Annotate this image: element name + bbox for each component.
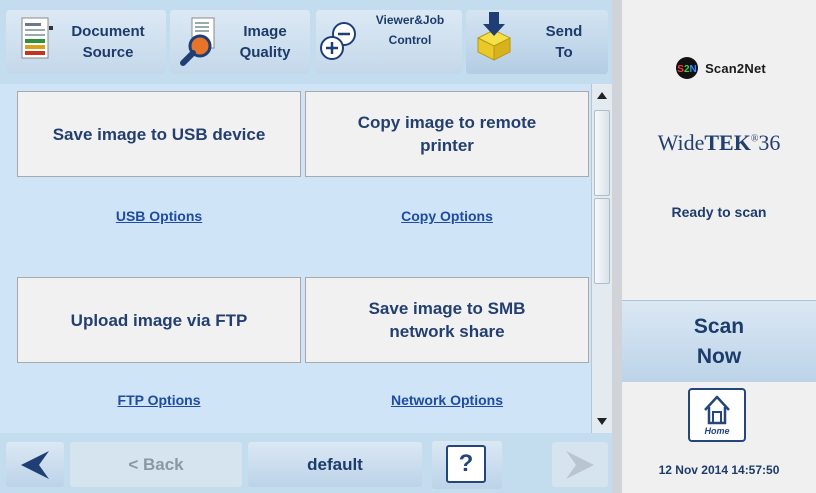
product-suffix: 36 xyxy=(758,130,781,155)
default-label: default xyxy=(307,454,363,474)
save-usb-label: Save image to USB device xyxy=(52,124,266,144)
top-toolbar: Document Source Image Quality Viewer&Job xyxy=(0,0,612,84)
triangle-up-icon xyxy=(597,91,607,99)
bottom-bar: < Back default ? xyxy=(0,433,612,493)
home-button[interactable]: Home xyxy=(688,388,746,442)
tab-viewer-job-control-label: Viewer&Job Control xyxy=(360,0,460,62)
tab-label-line1: Viewer&Job xyxy=(375,13,445,27)
zoom-icon xyxy=(320,22,356,60)
tab-image-quality[interactable]: Image Quality xyxy=(170,10,310,74)
tab-label-line2: Control xyxy=(388,33,432,47)
back-label: < Back xyxy=(128,454,184,474)
document-icon xyxy=(21,17,53,59)
brand-name: Scan2Net xyxy=(705,60,766,76)
tab-send-to[interactable]: Send To xyxy=(466,10,608,74)
help-icon: ? xyxy=(458,450,474,477)
ftp-options-link[interactable]: FTP Options xyxy=(17,389,301,411)
network-options-link[interactable]: Network Options xyxy=(305,389,589,411)
tab-document-source[interactable]: Document Source xyxy=(6,10,166,74)
copy-options-label: Copy Options xyxy=(401,208,493,224)
copy-remote-printer-button[interactable]: Copy image to remote printer xyxy=(305,91,589,177)
save-smb-label: Save image to SMB network share xyxy=(368,299,526,341)
tab-image-quality-label: Image Quality xyxy=(224,10,306,74)
tab-document-source-label: Document Source xyxy=(58,10,158,74)
tab-label-line1: Send xyxy=(545,23,583,40)
help-button[interactable]: ? xyxy=(446,445,486,483)
usb-options-link[interactable]: USB Options xyxy=(17,205,301,227)
tab-send-to-label: Send To xyxy=(522,10,606,74)
panel-divider xyxy=(612,0,622,493)
scanner-status: Ready to scan xyxy=(671,204,767,220)
scan-label-line2: Now xyxy=(696,344,742,368)
scroll-thumb-lower[interactable] xyxy=(594,198,610,284)
tab-viewer-job-control[interactable]: Viewer&Job Control xyxy=(316,10,462,74)
upload-ftp-label: Upload image via FTP xyxy=(70,310,248,330)
tab-label-line2: Source xyxy=(82,44,134,61)
arrow-left-icon xyxy=(21,451,49,479)
default-profile-button[interactable]: default xyxy=(248,442,422,487)
product-prefix: Wide xyxy=(657,130,705,155)
next-button[interactable] xyxy=(552,442,608,487)
scan-now-button[interactable]: Scan Now xyxy=(622,300,816,382)
send-to-panel: Save image to USB device Copy image to r… xyxy=(0,84,591,433)
tab-label-line1: Image xyxy=(243,23,287,40)
scroll-up-button[interactable] xyxy=(592,84,612,106)
tab-label-line1: Document xyxy=(71,23,145,40)
product-name: WideTEK®36 xyxy=(657,130,781,155)
product-main: TEK xyxy=(704,130,751,155)
save-usb-button[interactable]: Save image to USB device xyxy=(17,91,301,177)
magnifier-icon xyxy=(180,17,215,66)
back-button[interactable]: < Back xyxy=(70,442,242,487)
save-smb-button[interactable]: Save image to SMB network share xyxy=(305,277,589,363)
box-arrow-icon xyxy=(476,12,512,61)
network-options-label: Network Options xyxy=(390,392,503,408)
scroll-down-button[interactable] xyxy=(592,410,612,432)
scroll-thumb[interactable] xyxy=(594,110,610,196)
arrow-right-icon xyxy=(566,451,594,479)
previous-button[interactable] xyxy=(6,442,64,487)
scan2net-logo: S2N Scan2Net xyxy=(622,52,816,84)
triangle-down-icon xyxy=(597,417,607,425)
tab-label-line2: Quality xyxy=(239,44,291,61)
vertical-scrollbar[interactable] xyxy=(591,84,612,433)
home-icon xyxy=(704,395,730,425)
home-label: Home xyxy=(704,426,730,436)
date-time-display: 12 Nov 2014 14:57:50 xyxy=(658,463,780,477)
svg-text:S2N: S2N xyxy=(677,64,696,75)
s2n-badge-icon: S2N xyxy=(676,57,699,79)
scan-label-line1: Scan xyxy=(693,314,745,338)
ftp-options-label: FTP Options xyxy=(117,392,201,408)
upload-ftp-button[interactable]: Upload image via FTP xyxy=(17,277,301,363)
copy-remote-printer-label: Copy image to remote printer xyxy=(357,113,537,155)
tab-label-line2: To xyxy=(555,44,573,61)
usb-options-label: USB Options xyxy=(115,208,203,224)
status-panel: S2N Scan2Net WideTEK®36 Ready to scan Sc… xyxy=(622,0,816,493)
copy-options-link[interactable]: Copy Options xyxy=(305,205,589,227)
